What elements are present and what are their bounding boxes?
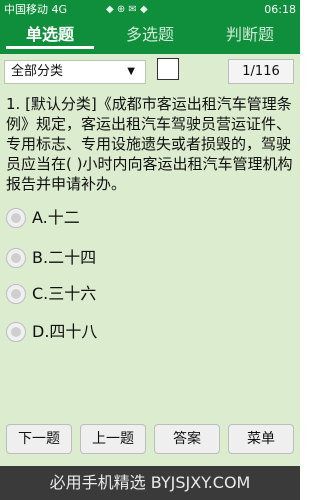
option-label: C.三十六 [32,284,97,303]
watermark-footer: 必用手机精选 BYJSJXY.COM [0,466,300,500]
radio-icon[interactable] [6,248,26,268]
option-label: A.十二 [32,208,80,227]
option-b[interactable]: B.二十四 [6,244,286,274]
option-c[interactable]: C.三十六 [6,280,286,310]
next-question-button[interactable]: 上一题 [80,424,146,454]
radio-icon[interactable] [6,208,26,228]
option-d[interactable]: D.四十八 [6,318,286,348]
status-bar: 中国移动 4G ◆ ⊕ ✉ ◆ 06:18 [0,0,300,20]
status-time: 06:18 [264,3,296,16]
question-text: 1. [默认分类]《成都市客运出租汽车管理条例》规定，客运出租汽车驾驶员营运证件… [6,95,293,193]
radio-icon[interactable] [6,322,26,342]
category-select-value: 全部分类 [11,64,64,79]
prev-question-button[interactable]: 下一题 [6,424,72,454]
category-select[interactable]: 全部分类 ▼ [4,60,146,84]
tab-true-false[interactable]: 判断题 [200,20,300,50]
radio-icon[interactable] [6,284,26,304]
option-a[interactable]: A.十二 [6,204,286,234]
answer-button[interactable]: 答案 [154,424,220,454]
option-label: D.四十八 [32,322,98,341]
option-label: B.二十四 [32,248,97,267]
carrier-label: 中国移动 4G [4,3,68,16]
menu-button[interactable]: 菜单 [228,424,294,454]
active-tab-indicator [6,46,94,49]
question-counter[interactable]: 1/116 [228,59,294,84]
chevron-down-icon: ▼ [127,66,135,77]
bookmark-checkbox[interactable] [157,58,179,80]
tab-multiple-choice[interactable]: 多选题 [100,20,200,50]
status-icons: ◆ ⊕ ✉ ◆ [106,4,148,15]
